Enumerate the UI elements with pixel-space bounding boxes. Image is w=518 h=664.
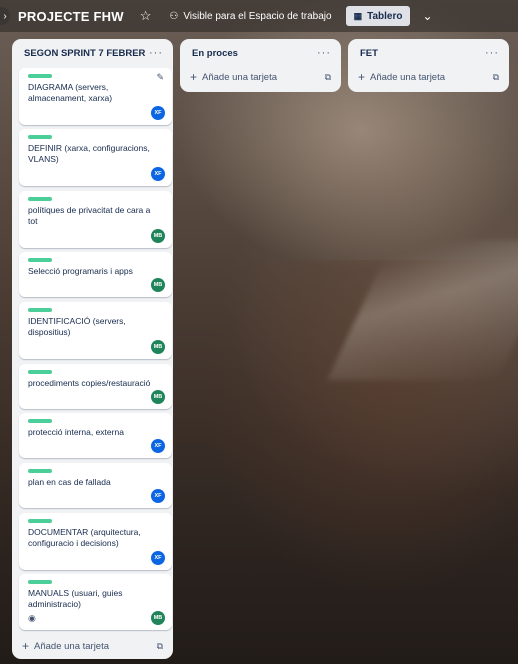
star-icon: ☆ <box>139 8 152 23</box>
card[interactable]: ✎ DIAGRAMA (servers, almacenament, xarxa… <box>19 68 172 125</box>
plus-icon: + <box>190 70 198 84</box>
list-menu-icon[interactable]: ··· <box>317 47 331 59</box>
template-icon[interactable]: ⧉ <box>157 641 163 652</box>
add-card-button[interactable]: + Añade una tarjeta ⧉ <box>12 636 173 656</box>
eye-icon: ◉ <box>28 613 36 623</box>
card[interactable]: polítiques de privacitat de cara a tot M… <box>19 191 172 248</box>
card-label-green[interactable] <box>28 370 52 374</box>
avatar[interactable]: MB <box>151 278 165 292</box>
card-label-green[interactable] <box>28 135 52 139</box>
list-title[interactable]: SEGON SPRINT 7 FEBRER <box>24 48 145 59</box>
avatar[interactable]: MB <box>151 611 165 625</box>
card-label-green[interactable] <box>28 74 52 78</box>
card-label-green[interactable] <box>28 258 52 262</box>
card[interactable]: DOCUMENTAR (arquitectura, configuracio i… <box>19 513 172 570</box>
chevron-right-icon: › <box>3 10 7 22</box>
card-title: protecció interna, externa <box>28 427 124 437</box>
card-title: DIAGRAMA (servers, almacenament, xarxa) <box>28 82 113 103</box>
card[interactable]: IDENTIFICACIÓ (servers, dispositius) MB <box>19 302 172 359</box>
add-card-label: Añade una tarjeta <box>202 71 278 83</box>
visibility-icon: ⚇ <box>169 10 179 22</box>
card[interactable]: Selecció programaris i apps MB <box>19 252 172 297</box>
template-icon[interactable]: ⧉ <box>493 72 499 83</box>
card-title: polítiques de privacitat de cara a tot <box>28 205 151 226</box>
visibility-label: Visible para el Espacio de trabajo <box>183 10 332 22</box>
card[interactable]: plan en cas de fallada XF <box>19 463 172 508</box>
avatar[interactable]: XF <box>151 106 165 120</box>
add-card-label: Añade una tarjeta <box>370 71 446 83</box>
card-label-green[interactable] <box>28 197 52 201</box>
card-label-green[interactable] <box>28 580 52 584</box>
list-title[interactable]: En proces <box>192 48 238 59</box>
list-fet: FET ··· + Añade una tarjeta ⧉ <box>348 39 509 92</box>
list-menu-icon[interactable]: ··· <box>149 47 163 59</box>
card-title: IDENTIFICACIÓ (servers, dispositius) <box>28 316 126 337</box>
visibility-button[interactable]: ⚇ Visible para el Espacio de trabajo <box>165 5 335 27</box>
avatar[interactable]: MB <box>151 340 165 354</box>
card[interactable]: protecció interna, externa XF <box>19 413 172 458</box>
plus-icon: + <box>22 639 30 653</box>
list-title[interactable]: FET <box>360 48 378 59</box>
avatar[interactable]: XF <box>151 439 165 453</box>
board-view-icon: ▦ <box>353 10 363 21</box>
card-title: procediments copies/restauració <box>28 378 151 388</box>
list-segon-sprint: SEGON SPRINT 7 FEBRER ··· ✎ DIAGRAMA (se… <box>12 39 173 659</box>
card-title: plan en cas de fallada <box>28 477 111 487</box>
card-label-green[interactable] <box>28 308 52 312</box>
add-card-button[interactable]: + Añade una tarjeta ⧉ <box>348 67 509 87</box>
board-header: › PROJECTE FHW ☆ ⚇ Visible para el Espac… <box>0 0 518 32</box>
template-icon[interactable]: ⧉ <box>325 72 331 83</box>
view-board-button[interactable]: ▦ Tablero <box>345 6 411 26</box>
card-title: MANUALS (usuari, guies administracio) <box>28 588 123 609</box>
card-title: Selecció programaris i apps <box>28 266 133 276</box>
avatar[interactable]: XF <box>151 489 165 503</box>
card[interactable]: procediments copies/restauració MB <box>19 364 172 409</box>
chevron-down-icon: ⌄ <box>422 9 433 23</box>
view-switcher-button[interactable]: ⌄ <box>418 5 436 27</box>
card[interactable]: MANUALS (usuari, guies administracio) ◉ … <box>19 574 172 630</box>
add-card-button[interactable]: + Añade una tarjeta ⧉ <box>180 67 341 87</box>
sidebar-expand-button[interactable]: › <box>0 7 10 25</box>
list-menu-icon[interactable]: ··· <box>485 47 499 59</box>
star-button[interactable]: ☆ <box>136 5 156 27</box>
board-title[interactable]: PROJECTE FHW <box>18 9 124 24</box>
card-label-green[interactable] <box>28 419 52 423</box>
list-en-proces: En proces ··· + Añade una tarjeta ⧉ <box>180 39 341 92</box>
avatar[interactable]: XF <box>151 551 165 565</box>
card-title: DEFINIR (xarxa, configuracions, VLANS) <box>28 143 150 164</box>
avatar[interactable]: MB <box>151 229 165 243</box>
card[interactable]: DEFINIR (xarxa, configuracions, VLANS) X… <box>19 129 172 186</box>
plus-icon: + <box>358 70 366 84</box>
card-label-green[interactable] <box>28 469 52 473</box>
avatar[interactable]: XF <box>151 167 165 181</box>
card-label-green[interactable] <box>28 519 52 523</box>
avatar[interactable]: MB <box>151 390 165 404</box>
add-card-label: Añade una tarjeta <box>34 640 110 652</box>
view-board-label: Tablero <box>367 10 403 22</box>
card-title: DOCUMENTAR (arquitectura, configuracio i… <box>28 527 141 548</box>
